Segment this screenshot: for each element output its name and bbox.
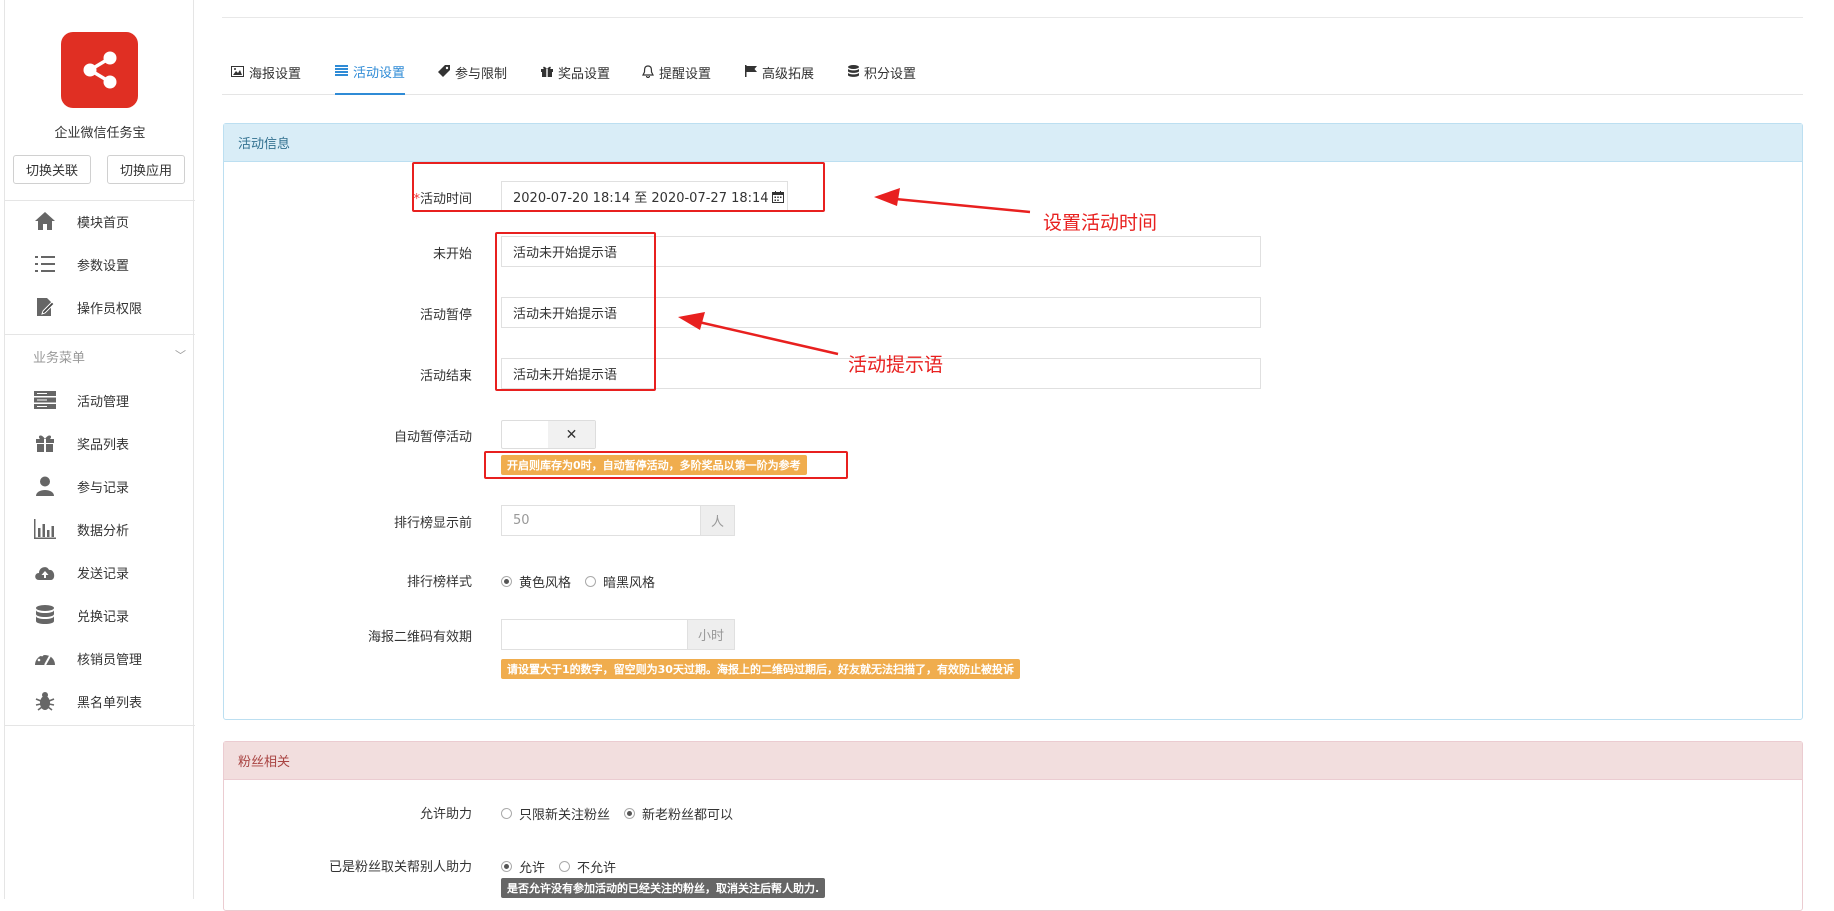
- annotation-time-label: 设置活动时间: [1043, 212, 1158, 234]
- annotation-tips-label: 活动提示语: [848, 354, 944, 376]
- annotation-arrows: [678, 188, 1031, 356]
